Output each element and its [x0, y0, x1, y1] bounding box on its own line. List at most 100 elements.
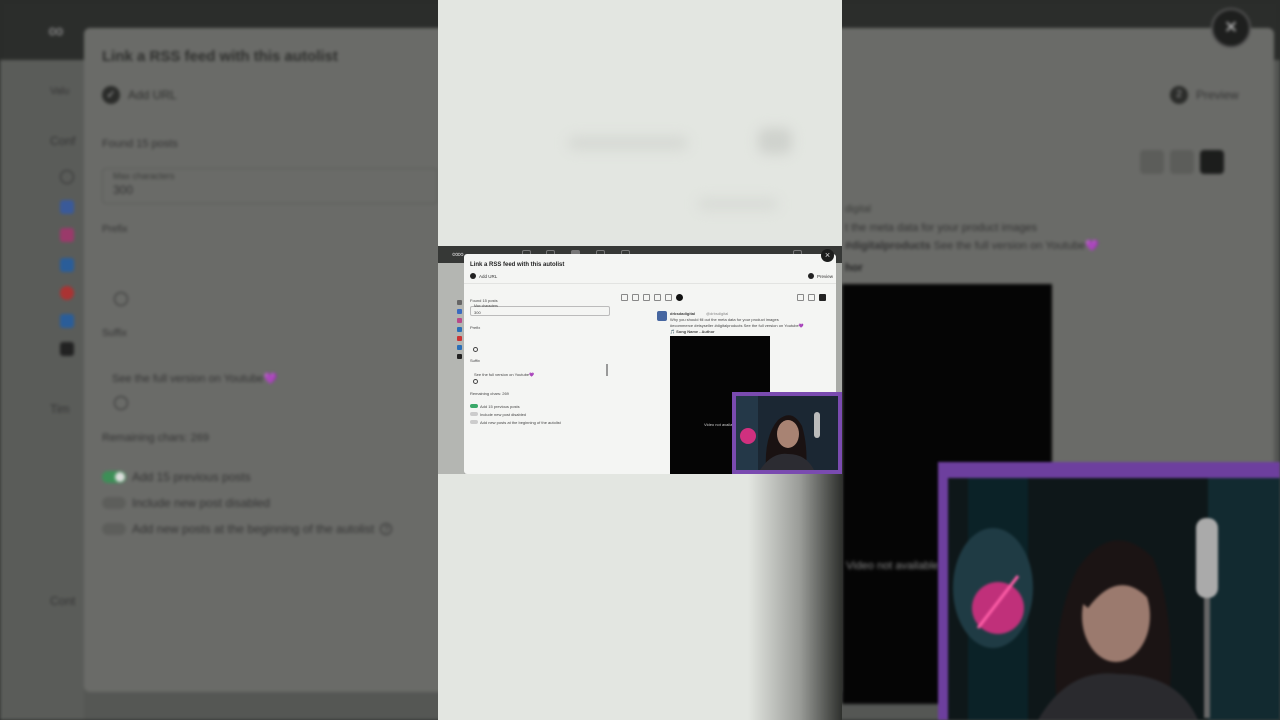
step-add-url[interactable]: ✓ Add URL [102, 86, 177, 104]
preview-handle: digital [845, 204, 872, 215]
mini-author-handle: @drbsdigital [706, 311, 729, 316]
preview-suffix: See the full version on Youtube💜 [933, 240, 1099, 252]
emoji-picker-icon[interactable] [114, 292, 128, 306]
mini-found-posts: Found 15 posts [470, 298, 498, 303]
suffix-input[interactable]: See the full version on Youtube💜 [112, 372, 277, 385]
close-icon[interactable]: × [1211, 8, 1251, 48]
ghost-shape [758, 128, 792, 154]
mobile-icon[interactable] [1170, 150, 1194, 174]
mini-option-1: Add 15 previous posts [480, 404, 520, 409]
divider [464, 283, 836, 284]
mini-step-label: Add URL [479, 273, 498, 279]
emoji-picker-icon[interactable] [473, 347, 478, 352]
network-tab-icon[interactable] [643, 294, 650, 301]
network-tab-icon[interactable] [654, 294, 661, 301]
toggle-switch[interactable] [102, 523, 126, 535]
network-tab-icon[interactable] [665, 294, 672, 301]
mini-view-switcher [797, 294, 826, 301]
mini-post-line-2: #ecommerce #etsyseller #digitalproducts … [670, 323, 804, 328]
option-include-new[interactable]: Include new post disabled [102, 496, 270, 510]
facebook-icon [60, 200, 74, 214]
help-icon[interactable]: ? [380, 523, 393, 535]
mini-remaining: Remaining chars: 269 [470, 391, 509, 396]
preview-line-1: t the meta data for your product images [845, 222, 1037, 234]
bg-timing-heading: Tim [50, 402, 70, 416]
toggle-switch[interactable] [470, 412, 478, 416]
pinterest-icon [60, 286, 74, 300]
network-tab-icon[interactable] [621, 294, 628, 301]
bg-field-value-label: Valu [50, 86, 70, 97]
tiktok-icon [60, 342, 74, 356]
mini-suffix-label: Suffix [470, 358, 480, 363]
option-label: Add 15 previous posts [132, 470, 251, 484]
step-preview[interactable]: 2 Preview [1170, 86, 1239, 104]
toggle-switch[interactable] [470, 420, 478, 424]
mini-network-tabs [621, 294, 683, 301]
settings-icon [60, 170, 74, 184]
step-add-url-label: Add URL [128, 88, 177, 102]
max-characters-field[interactable]: Max characters 300 [102, 168, 438, 204]
linkedin-icon [60, 258, 74, 272]
mobile-icon[interactable] [808, 294, 815, 301]
linkedin-page-icon [60, 314, 74, 328]
linkedin-icon [457, 327, 462, 332]
settings-icon [457, 300, 462, 305]
modal-title: Link a RSS feed with this autolist [102, 48, 338, 65]
scrollbar[interactable] [606, 364, 608, 376]
video-unavailable-text: Video not available [846, 560, 939, 572]
mini-modal-title: Link a RSS feed with this autolist [470, 262, 565, 268]
eye-icon[interactable] [1140, 150, 1164, 174]
ghost-shape [698, 198, 778, 210]
facebook-icon [457, 309, 462, 314]
option-add-previous[interactable]: Add 15 previous posts [102, 470, 251, 484]
preview-line-2: #digitalproducts See the full version on… [845, 239, 1099, 252]
mini-max-characters-field[interactable]: Max characters 300 [470, 304, 610, 316]
mini-step-add-url[interactable]: Add URL [470, 273, 497, 279]
instagram-icon [457, 318, 462, 323]
mini-option-3: Add new posts at the beginning of the au… [480, 420, 561, 425]
network-tab-icon[interactable] [632, 294, 639, 301]
max-characters-value: 300 [113, 183, 134, 197]
webcam-overlay [938, 462, 1280, 720]
toggle-switch[interactable] [102, 471, 126, 483]
mini-sidebar [438, 263, 464, 474]
desktop-icon[interactable] [1200, 150, 1224, 174]
bg-content-heading: Cont [50, 594, 76, 608]
tiktok-tab-icon[interactable] [676, 294, 683, 301]
prefix-label: Prefix [102, 224, 128, 235]
mini-step-label: Preview [817, 273, 834, 279]
suffix-label: Suffix [102, 328, 127, 339]
check-icon: ✓ [102, 86, 120, 104]
gradient-fade [748, 474, 842, 720]
close-icon[interactable]: × [821, 249, 834, 262]
mini-suffix-input[interactable]: See the full version on Youtube💜 [474, 372, 534, 377]
preview-song: hor [845, 262, 863, 274]
preview-view-switcher [1140, 150, 1224, 174]
preview-hashtags: #digitalproducts [845, 240, 931, 252]
mini-webcam-overlay [732, 392, 842, 474]
option-label: Add new posts at the beginning of the au… [132, 522, 375, 536]
toggle-switch[interactable] [102, 497, 126, 509]
emoji-picker-icon[interactable] [114, 396, 128, 410]
desktop-icon[interactable] [819, 294, 826, 301]
option-label: Include new post disabled [132, 496, 271, 510]
ghost-shape [568, 136, 688, 150]
step-number: 2 [1170, 86, 1188, 104]
pinterest-icon [457, 336, 462, 341]
remaining-chars: Remaining chars: 269 [102, 432, 210, 444]
mini-max-value: 300 [474, 310, 481, 315]
eye-icon[interactable] [797, 294, 804, 301]
mini-song: 🎵 Song Name - Author [670, 329, 715, 334]
step-number-icon [808, 273, 814, 279]
step-preview-label: Preview [1196, 88, 1239, 102]
mini-post-line-1: Why you should fill out the meta data fo… [670, 317, 779, 322]
option-add-beginning[interactable]: Add new posts at the beginning of the au… [102, 522, 393, 536]
toggle-switch[interactable] [470, 404, 478, 408]
instagram-icon [60, 228, 74, 242]
mini-prefix-label: Prefix [470, 325, 481, 330]
embedded-screenshot: ∞∞ Link a RSS feed with this autolist Ad… [438, 246, 842, 474]
webcam-feed [948, 478, 1280, 720]
mini-step-preview[interactable]: Preview [808, 273, 833, 279]
emoji-picker-icon[interactable] [473, 379, 478, 384]
avatar [657, 311, 667, 321]
